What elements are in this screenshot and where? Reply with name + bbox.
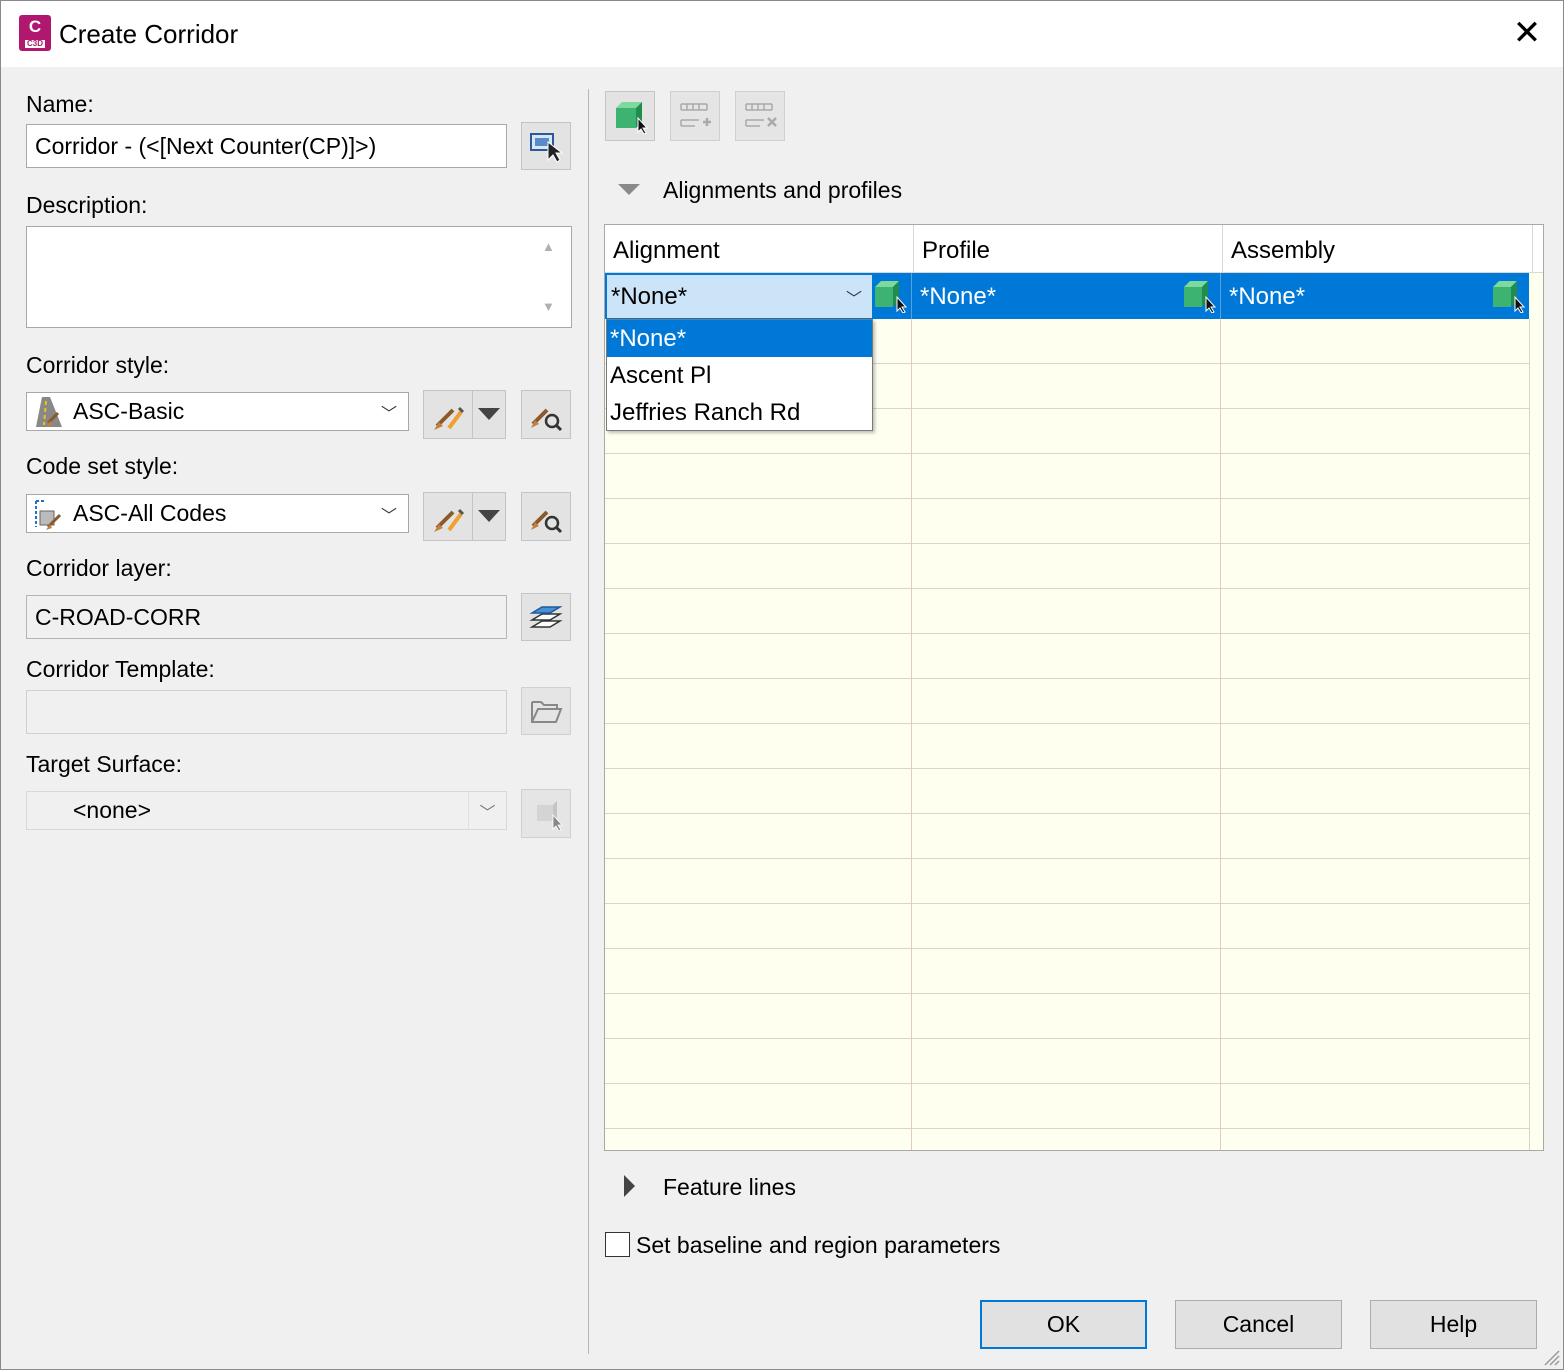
table-row[interactable] — [605, 949, 1529, 994]
table-row[interactable] — [605, 994, 1529, 1039]
assembly-cell[interactable]: *None* — [1221, 273, 1529, 319]
add-baseline-button[interactable] — [670, 91, 720, 141]
corridor-style-label: Corridor style: — [26, 352, 170, 378]
table-row[interactable] — [605, 634, 1529, 679]
ok-button[interactable]: OK — [980, 1300, 1147, 1349]
name-input[interactable]: Corridor - (<[Next Counter(CP)]>) — [26, 124, 507, 168]
table-row[interactable] — [605, 859, 1529, 904]
style-details-icon — [531, 408, 563, 431]
dropdown-arrow-icon[interactable] — [473, 493, 505, 540]
corridor-template-field — [26, 690, 507, 734]
description-label: Description: — [26, 192, 148, 218]
dropdown-option-none[interactable]: *None* — [607, 320, 872, 357]
dropdown-arrow-icon[interactable] — [473, 391, 505, 438]
layers-icon — [529, 606, 563, 628]
alignment-dropdown-list: *None* Ascent Pl Jeffries Ranch Rd — [606, 319, 873, 431]
baseline-region-label[interactable]: Set baseline and region parameters — [636, 1232, 1000, 1259]
feature-lines-section-title[interactable]: Feature lines — [663, 1174, 796, 1201]
edit-style-icon[interactable] — [424, 493, 474, 540]
scroll-down-icon[interactable]: ▼ — [542, 299, 555, 314]
browse-template-button[interactable] — [521, 687, 571, 735]
pick-from-drawing-button[interactable] — [605, 91, 655, 141]
resize-grip-icon[interactable] — [1539, 1345, 1561, 1367]
pick-from-drawing-icon — [537, 800, 563, 831]
table-row[interactable] — [605, 499, 1529, 544]
table-row[interactable] — [605, 904, 1529, 949]
add-row-icon — [680, 103, 711, 127]
table-row[interactable] — [605, 1039, 1529, 1084]
table-row[interactable] — [605, 1084, 1529, 1129]
baseline-region-checkbox[interactable] — [605, 1232, 630, 1257]
grid-header: Alignment Profile Assembly — [605, 225, 1543, 273]
remove-row-icon — [745, 103, 777, 127]
name-label: Name: — [26, 91, 94, 117]
help-button[interactable]: Help — [1370, 1300, 1537, 1349]
table-row[interactable] — [605, 589, 1529, 634]
corridor-layer-field: C-ROAD-CORR — [26, 595, 507, 639]
dropdown-option-ascent-pl[interactable]: Ascent Pl — [607, 357, 872, 394]
description-textarea[interactable] — [26, 226, 572, 328]
profile-cell[interactable]: *None* — [912, 273, 1221, 319]
code-set-icon — [27, 495, 71, 532]
chevron-down-icon: ﹀ — [380, 507, 397, 525]
table-row[interactable] — [605, 769, 1529, 814]
scroll-up-icon[interactable]: ▲ — [542, 239, 555, 254]
corridor-style-select[interactable]: ASC-Basic ﹀ — [26, 392, 409, 431]
target-surface-label: Target Surface: — [26, 751, 182, 777]
dropdown-option-jeffries-ranch-rd[interactable]: Jeffries Ranch Rd — [607, 394, 872, 431]
column-header-profile[interactable]: Profile — [914, 225, 1223, 273]
code-set-style-label: Code set style: — [26, 453, 179, 479]
column-header-alignment[interactable]: Alignment — [605, 225, 914, 273]
edit-style-icon[interactable] — [424, 391, 474, 438]
folder-open-icon — [531, 701, 563, 723]
name-template-icon — [530, 133, 564, 163]
create-corridor-dialog: C C3D Create Corridor ✕ Name: Corridor -… — [0, 0, 1564, 1370]
table-row[interactable] — [605, 814, 1529, 859]
column-header-assembly[interactable]: Assembly — [1223, 225, 1533, 273]
chevron-down-icon: ﹀ — [468, 792, 506, 829]
panel-divider — [588, 89, 589, 1354]
close-icon: ✕ — [1512, 14, 1542, 52]
alignments-section-title[interactable]: Alignments and profiles — [663, 177, 902, 204]
road-style-icon — [27, 393, 71, 430]
civil3d-app-icon: C C3D — [19, 15, 51, 51]
pick-alignment-icon[interactable] — [873, 279, 909, 313]
corridor-style-edit-split-button[interactable] — [423, 390, 506, 439]
cube-pick-icon — [616, 102, 648, 134]
pick-assembly-icon[interactable] — [1491, 279, 1527, 313]
alignment-select[interactable]: *None* ﹀ — [606, 274, 873, 319]
code-set-style-details-button[interactable] — [521, 492, 571, 541]
collapse-arrow-icon[interactable] — [618, 184, 640, 195]
pick-surface-button[interactable] — [521, 789, 571, 838]
chevron-down-icon: ﹀ — [845, 290, 862, 308]
title-bar: C C3D Create Corridor ✕ — [1, 1, 1563, 67]
table-row[interactable] — [605, 724, 1529, 769]
edit-name-template-button[interactable] — [521, 122, 571, 170]
target-surface-select[interactable]: <none> ﹀ — [26, 791, 507, 830]
layer-select-button[interactable] — [521, 593, 571, 641]
corridor-template-label: Corridor Template: — [26, 656, 215, 682]
style-details-icon — [531, 510, 563, 533]
corridor-style-details-button[interactable] — [521, 390, 571, 439]
code-set-style-edit-split-button[interactable] — [423, 492, 506, 541]
chevron-down-icon: ﹀ — [380, 405, 397, 423]
remove-baseline-button[interactable] — [735, 91, 785, 141]
window-title: Create Corridor — [59, 19, 239, 49]
corridor-layer-label: Corridor layer: — [26, 555, 172, 581]
table-row[interactable] — [605, 544, 1529, 589]
close-button[interactable]: ✕ — [1503, 11, 1551, 57]
pick-profile-icon[interactable] — [1182, 279, 1218, 313]
expand-arrow-icon[interactable] — [624, 1175, 635, 1197]
table-row[interactable] — [605, 454, 1529, 499]
table-row[interactable] — [605, 679, 1529, 724]
code-set-style-select[interactable]: ASC-All Codes ﹀ — [26, 494, 409, 533]
cancel-button[interactable]: Cancel — [1175, 1300, 1342, 1349]
